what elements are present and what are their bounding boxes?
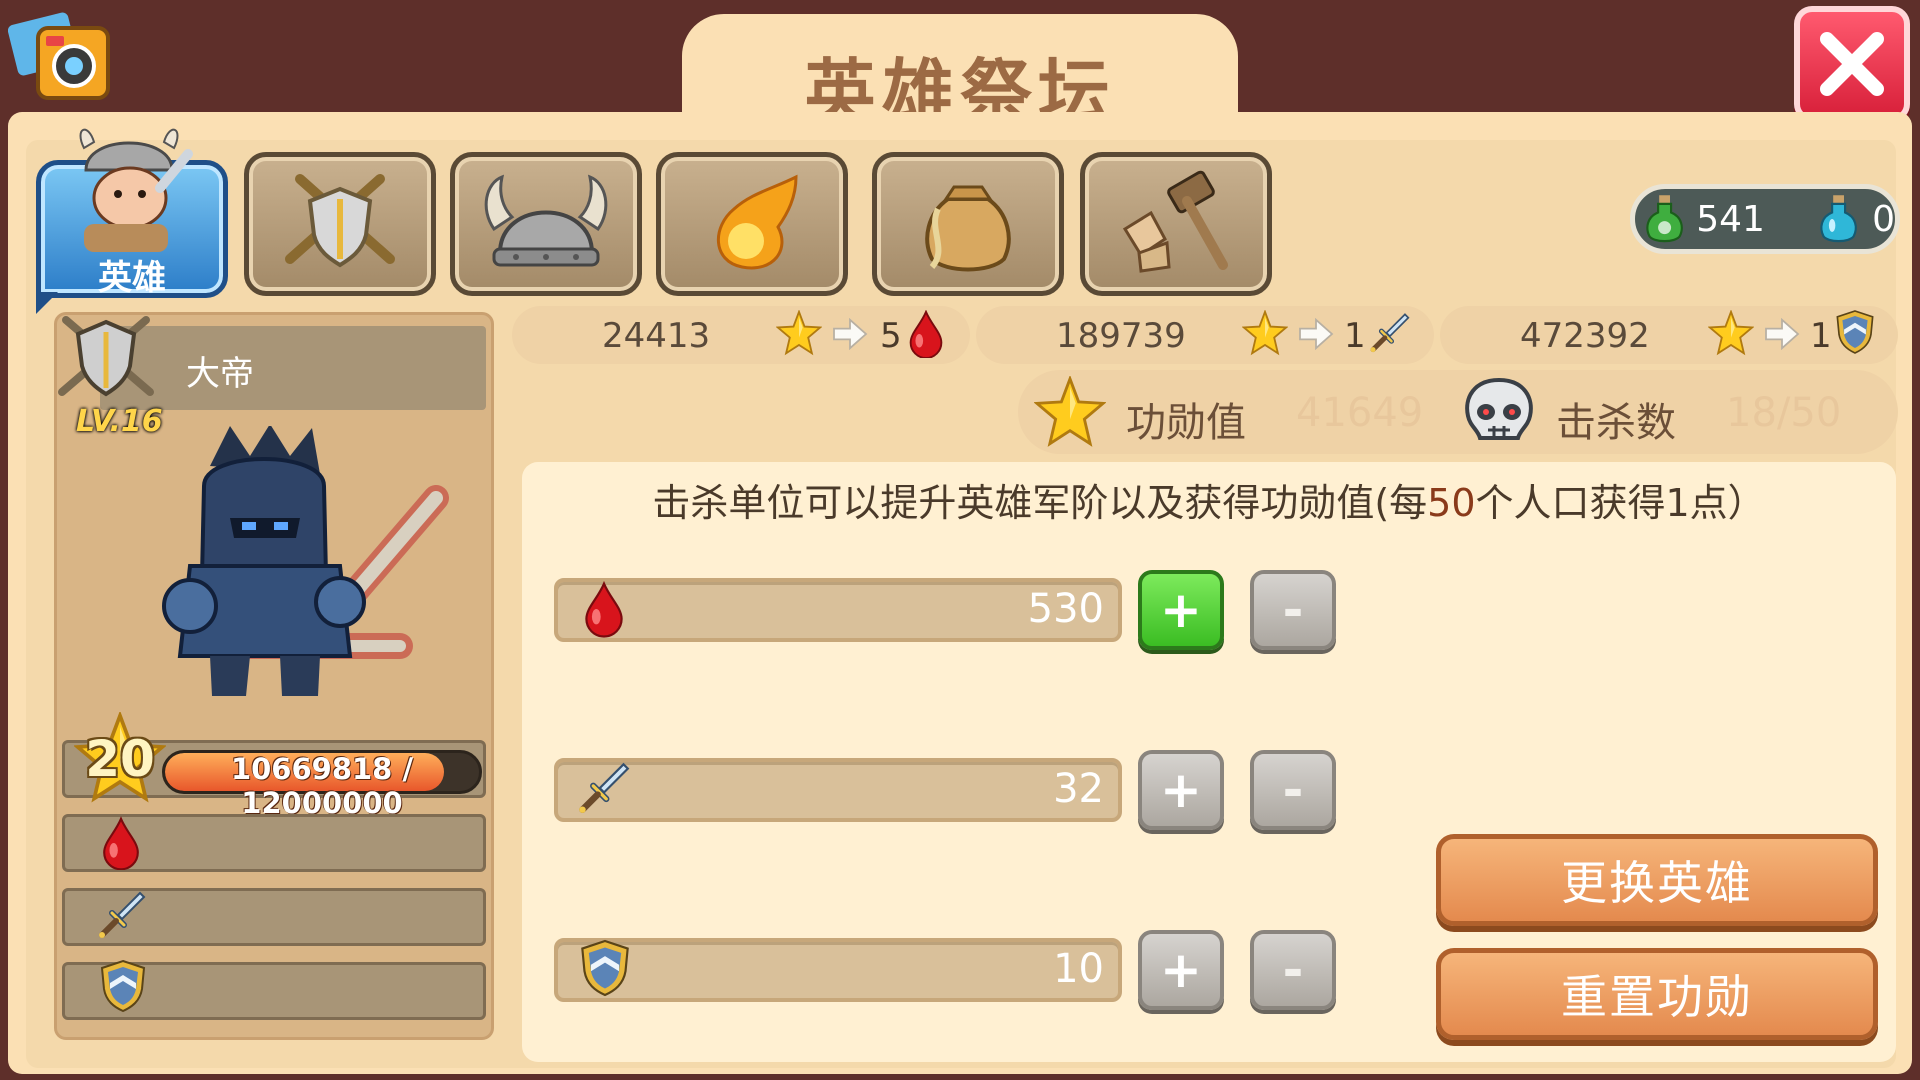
tab-hero-label: 英雄 [98, 258, 166, 298]
sword-icon [576, 756, 630, 818]
description-highlight: 50 [1427, 481, 1476, 525]
tab-forge[interactable] [1080, 152, 1272, 296]
sword-icon [1368, 308, 1410, 356]
minus-attack-button[interactable]: - [1250, 750, 1336, 830]
change-hero-button[interactable]: 更换英雄 [1436, 834, 1878, 926]
sword-icon [96, 886, 146, 942]
plus-attack-button[interactable]: + [1138, 750, 1224, 830]
merit-description: 击杀单位可以提升英雄军阶以及获得功勋值(每50个人口获得1点） [522, 472, 1896, 527]
minus-defense-button[interactable]: - [1250, 930, 1336, 1010]
description-text: 击杀单位可以提升英雄军阶以及获得功勋值(每 [652, 481, 1428, 525]
treasure-bag-icon [925, 185, 1011, 272]
green-potion-icon [1643, 193, 1686, 245]
tab-equipment[interactable] [244, 152, 436, 296]
attribute-hp-value: 530 [1027, 586, 1104, 632]
shield-icon [1834, 308, 1876, 356]
hero-portrait [150, 424, 450, 716]
close-button[interactable] [1794, 6, 1910, 122]
kills-label: 击杀数 [1556, 400, 1676, 446]
attribute-attack-value: 32 [1053, 766, 1104, 812]
upgrade-gain-value: 1 [1344, 316, 1366, 356]
tab-helmet[interactable] [450, 152, 642, 296]
kills-value: 18/50 [1726, 390, 1842, 436]
currency-display: 541 0 [1630, 184, 1900, 254]
description-text-end: 个人口获得1点） [1475, 481, 1766, 525]
merit-star-icon [1034, 376, 1106, 448]
crossed-swords-shield-icon [285, 174, 395, 268]
arrow-icon [1298, 318, 1334, 350]
hero-class-emblem-icon [54, 310, 158, 410]
minus-hp-button[interactable]: - [1250, 570, 1336, 650]
camera-icon[interactable] [7, 10, 112, 106]
green-potion-count: 541 [1696, 198, 1765, 240]
exp-text: 10669818 / 12000000 [230, 752, 414, 820]
merit-value: 41649 [1296, 390, 1424, 436]
skull-icon [1460, 376, 1538, 448]
fireball-icon [717, 174, 798, 270]
blood-drop-icon [906, 310, 946, 358]
arrow-icon [1764, 318, 1800, 350]
tab-treasure[interactable] [872, 152, 1064, 296]
plus-hp-button[interactable]: + [1138, 570, 1224, 650]
hero-name: 大帝 [186, 354, 254, 394]
hammer-tools-icon [1122, 170, 1228, 273]
shield-icon [98, 958, 148, 1014]
upgrade-gain-value: 5 [880, 316, 902, 356]
hero-rank: 20 [85, 730, 155, 788]
upgrade-gain-value: 1 [1810, 316, 1832, 356]
reset-merit-button[interactable]: 重置功勋 [1436, 948, 1878, 1040]
arrow-icon [832, 318, 868, 350]
star-icon [1242, 310, 1288, 356]
tab-skill[interactable] [656, 152, 848, 296]
blood-drop-icon [582, 580, 626, 638]
blue-potion-icon [1817, 193, 1860, 245]
close-icon [1820, 32, 1884, 96]
blood-drop-icon [100, 816, 142, 870]
upgrade-cost-value: 24413 [602, 316, 711, 356]
upgrade-cost-value: 189739 [1056, 316, 1186, 356]
plus-defense-button[interactable]: + [1138, 930, 1224, 1010]
upgrade-cost-value: 472392 [1520, 316, 1650, 356]
blue-potion-count: 0 [1872, 198, 1895, 240]
viking-helmet-icon [484, 174, 608, 267]
star-icon [1708, 310, 1754, 356]
shield-icon [578, 938, 632, 998]
star-icon [776, 310, 822, 356]
attribute-defense-value: 10 [1053, 946, 1104, 992]
merit-label: 功勋值 [1126, 400, 1246, 446]
hero-viking-icon [64, 118, 194, 258]
